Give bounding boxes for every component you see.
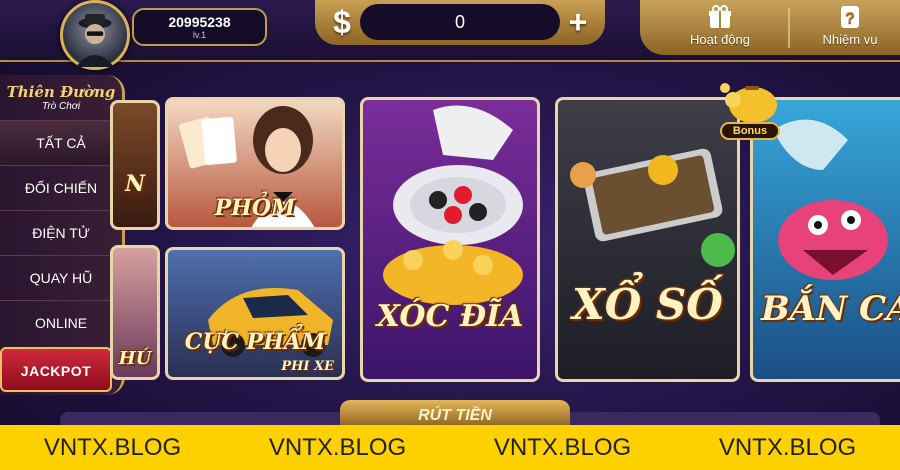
- bonus-label: Bonus: [720, 122, 780, 140]
- svg-text:?: ?: [845, 10, 855, 27]
- watermark-text: VNTX.BLOG: [43, 433, 182, 461]
- game-card-phom[interactable]: PHỎM: [165, 97, 345, 230]
- watermark-text: VNTX.BLOG: [268, 433, 407, 461]
- xoc-dia-title: XÓC ĐĨA: [376, 299, 524, 334]
- cuc-pham-title: CỰC PHẨM: [184, 329, 326, 355]
- mission-label: Nhiệm vụ: [822, 32, 878, 47]
- xo-so-title: XỔ SỐ: [572, 280, 723, 329]
- wallet-bar: $ 0 +: [315, 0, 605, 45]
- mission-icon: ?: [841, 6, 859, 28]
- mission-button[interactable]: ? Nhiệm vụ: [805, 4, 895, 47]
- top-actions: Hoạt động ? Nhiệm vụ: [640, 0, 900, 55]
- game-card-partial-top[interactable]: N: [110, 100, 160, 230]
- category-sidebar: Thiên Đường Trò Chơi TẤT CẢ ĐỐI CHIẾN ĐI…: [0, 75, 125, 395]
- wallet-amount: 0: [360, 4, 560, 40]
- partial-top-title: N: [124, 171, 146, 197]
- dollar-icon[interactable]: $: [321, 2, 363, 42]
- activity-label: Hoạt động: [690, 32, 750, 47]
- avatar[interactable]: [60, 0, 130, 70]
- ban-ca-title: BẮN CÁ: [761, 289, 900, 329]
- activity-button[interactable]: Hoạt động: [675, 4, 765, 47]
- partial-bottom-title: HÚ: [118, 348, 152, 369]
- game-card-xo-so[interactable]: XỔ SỐ: [555, 97, 740, 382]
- withdraw-button[interactable]: RÚT TIỀN: [340, 400, 570, 425]
- divider: [788, 8, 790, 48]
- sidebar-item-jackpot[interactable]: JACKPOT: [0, 347, 112, 392]
- phom-title: PHỎM: [214, 195, 296, 221]
- logo-line1: Thiên Đường: [6, 83, 116, 101]
- xoc-dia-art: [383, 105, 523, 305]
- sidebar-item-pvp[interactable]: ĐỐI CHIẾN: [0, 165, 122, 210]
- fish-art: [773, 119, 888, 280]
- game-lobby: 20995238 lv.1 $ 0 + Hoạt động ? Nhiệm vụ…: [0, 0, 900, 425]
- watermark-band: VNTX.BLOG VNTX.BLOG VNTX.BLOG VNTX.BLOG: [0, 425, 900, 470]
- piggy-bank-icon: [720, 83, 777, 123]
- level-text: lv.1: [192, 30, 207, 40]
- plus-icon[interactable]: +: [557, 2, 599, 42]
- watermark-text: VNTX.BLOG: [493, 433, 632, 461]
- bonus-badge[interactable]: Bonus: [715, 80, 785, 140]
- balance-text: 20995238: [168, 14, 231, 30]
- sidebar-logo: Thiên Đường Trò Chơi: [0, 75, 122, 120]
- sidebar-item-online[interactable]: ONLINE: [0, 300, 122, 345]
- avatar-icon: [75, 13, 115, 67]
- logo-line2: Trò Chơi: [41, 101, 81, 112]
- lottery-art: [570, 148, 735, 267]
- sidebar-item-electronic[interactable]: ĐIỆN TỬ: [0, 210, 122, 255]
- watermark-text: VNTX.BLOG: [718, 433, 857, 461]
- game-card-xoc-dia[interactable]: XÓC ĐĨA: [360, 97, 540, 382]
- user-info: 20995238 lv.1: [132, 8, 267, 46]
- cuc-pham-subtitle: PHI XE: [281, 359, 334, 374]
- game-card-cuc-pham[interactable]: CỰC PHẨM PHI XE: [165, 247, 345, 380]
- sidebar-item-slots[interactable]: QUAY HŨ: [0, 255, 122, 300]
- game-card-partial-bottom[interactable]: HÚ: [110, 245, 160, 380]
- gift-icon: [709, 5, 731, 28]
- sidebar-item-all[interactable]: TẤT CẢ: [0, 120, 122, 165]
- top-bar: 20995238 lv.1 $ 0 + Hoạt động ? Nhiệm vụ: [0, 0, 900, 70]
